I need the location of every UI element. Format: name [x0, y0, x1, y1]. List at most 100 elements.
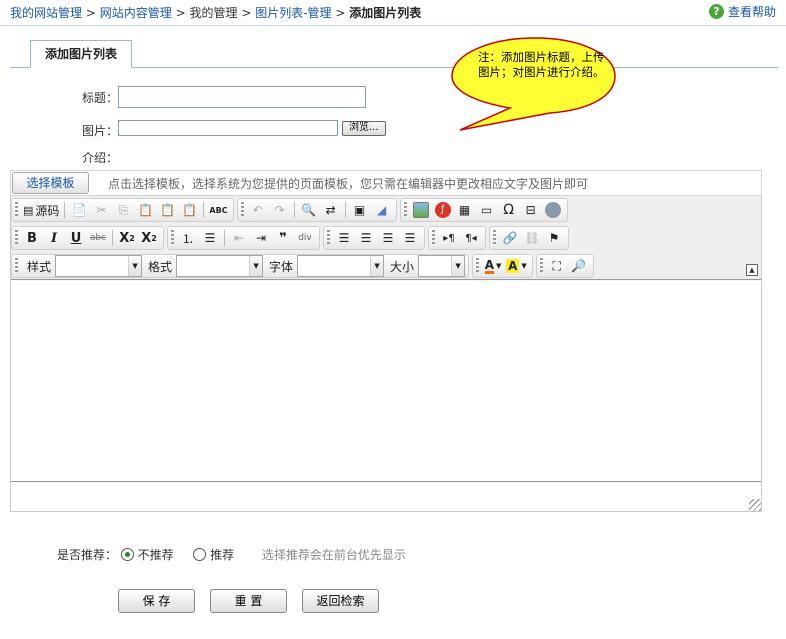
toolbar-grip[interactable]: [15, 258, 18, 274]
select-template-button[interactable]: 选择模板: [12, 172, 89, 194]
strikethrough-icon[interactable]: abc: [87, 228, 109, 248]
chevron-down-icon: ▼: [249, 256, 263, 276]
toolbar-grip[interactable]: [493, 230, 496, 246]
image-label: 图片：: [82, 124, 119, 138]
anchor-icon[interactable]: ⚑: [543, 228, 565, 248]
page-break-icon[interactable]: ⊟: [520, 200, 542, 220]
save-button[interactable]: 保 存: [118, 589, 195, 613]
toolbar-group-paragraph: ⒈ ☰ ⇤ ⇥ ❞ div: [167, 226, 320, 250]
source-button[interactable]: ▤ 源码: [21, 200, 61, 220]
show-blocks-icon[interactable]: 🔎: [568, 256, 590, 276]
style-select[interactable]: ▼: [55, 255, 143, 277]
paste-text-icon[interactable]: 📋: [156, 200, 178, 220]
flash-icon[interactable]: ƒ: [432, 200, 454, 220]
align-justify-icon[interactable]: ☰: [399, 228, 421, 248]
special-char-icon[interactable]: Ω: [498, 200, 520, 220]
smiley-icon[interactable]: [542, 200, 564, 220]
font-select[interactable]: ▼: [297, 255, 385, 277]
horizontal-rule-icon[interactable]: ▭: [476, 200, 498, 220]
editor-toolbar: ▤ 源码 📄 ✂ ⎘ 📋 📋 📋 ABC ↶ ↷ 🔍 ⇄ ▣ ◢ ƒ ▦ ▭ Ω…: [11, 196, 761, 280]
maximize-icon[interactable]: ⛶: [546, 256, 568, 276]
remove-format-icon[interactable]: ◢: [371, 200, 393, 220]
tab-add-image-list[interactable]: 添加图片列表: [30, 40, 132, 68]
italic-icon[interactable]: I: [43, 228, 65, 248]
browse-button[interactable]: 浏览...: [342, 121, 386, 136]
create-div-icon[interactable]: div: [294, 228, 316, 248]
table-icon[interactable]: ▦: [454, 200, 476, 220]
breadcrumb-item-my-admin: 我的管理: [189, 6, 238, 20]
toolbar-group-colors: A ▼ A ▼: [472, 254, 533, 278]
help-icon: ?: [708, 4, 724, 19]
underline-icon[interactable]: U: [65, 228, 87, 248]
align-center-icon[interactable]: ☰: [355, 228, 377, 248]
bold-icon[interactable]: B: [21, 228, 43, 248]
breadcrumb-separator: >: [175, 6, 186, 20]
format-select[interactable]: ▼: [176, 255, 264, 277]
toolbar-grip[interactable]: [432, 230, 435, 246]
toolbar-row-3: 样式 ▼ 格式 ▼ 字体 ▼ 大小 ▼ A ▼ A ▼ ⛶ 🔎: [11, 253, 597, 279]
toolbar-grip[interactable]: [171, 230, 174, 246]
toolbar-grip[interactable]: [327, 230, 330, 246]
editor-content-area[interactable]: [11, 281, 761, 482]
toolbar-group-direction: ▸¶ ¶◂: [428, 226, 486, 250]
title-input[interactable]: [118, 86, 366, 108]
toolbar-grip[interactable]: [476, 258, 480, 274]
breadcrumb-link-site-admin[interactable]: 我的网站管理: [10, 6, 82, 20]
text-color-icon[interactable]: A ▼: [482, 256, 504, 276]
style-label: 样式: [27, 259, 52, 274]
header-divider: [0, 25, 786, 26]
redo-icon[interactable]: ↷: [269, 200, 291, 220]
resize-handle-icon[interactable]: [749, 499, 761, 511]
reset-button[interactable]: 重 置: [210, 589, 287, 613]
callout-text: 注：添加图片标题，上传图片；对图片进行介绍。: [478, 50, 605, 79]
numbered-list-icon[interactable]: ⒈: [177, 228, 199, 248]
collapse-toolbar-icon[interactable]: ▲: [746, 264, 758, 276]
toolbar-separator: [293, 202, 295, 218]
ltr-icon[interactable]: ▸¶: [438, 228, 460, 248]
radio-not-recommend-label[interactable]: 不推荐: [138, 548, 174, 562]
radio-recommend-label[interactable]: 推荐: [210, 548, 234, 562]
toolbar-grip[interactable]: [240, 202, 244, 218]
find-icon[interactable]: 🔍: [298, 200, 320, 220]
toolbar-grip[interactable]: [15, 202, 18, 218]
rtl-icon[interactable]: ¶◂: [460, 228, 482, 248]
replace-icon[interactable]: ⇄: [320, 200, 342, 220]
back-to-search-button[interactable]: 返回检索: [302, 589, 379, 613]
outdent-icon[interactable]: ⇤: [228, 228, 250, 248]
cut-icon[interactable]: ✂: [90, 200, 112, 220]
link-icon[interactable]: 🔗: [499, 228, 521, 248]
paste-word-icon[interactable]: 📋: [178, 200, 200, 220]
help-link[interactable]: ? 查看帮助: [708, 3, 776, 20]
radio-recommend[interactable]: [193, 548, 207, 561]
templates-icon[interactable]: 📄: [68, 200, 90, 220]
bulleted-list-icon[interactable]: ☰: [199, 228, 221, 248]
superscript-icon[interactable]: X2: [138, 228, 160, 248]
blockquote-icon[interactable]: ❞: [272, 228, 294, 248]
toolbar-grip[interactable]: [15, 230, 18, 246]
select-all-icon[interactable]: ▣: [349, 200, 371, 220]
toolbar-grip[interactable]: [403, 202, 407, 218]
radio-not-recommend[interactable]: [120, 548, 134, 561]
breadcrumb-separator: >: [335, 6, 346, 20]
chevron-down-icon: ▼: [451, 256, 465, 276]
chevron-down-icon: ▼: [128, 256, 142, 276]
image-file-path[interactable]: [118, 120, 338, 136]
image-icon[interactable]: [410, 200, 432, 220]
copy-icon[interactable]: ⎘: [112, 200, 134, 220]
unlink-icon[interactable]: ⛓: [521, 228, 543, 248]
toolbar-grip[interactable]: [539, 258, 543, 274]
toolbar-separator: [112, 230, 113, 246]
recommend-hint: 选择推荐会在前台优先显示: [261, 548, 406, 562]
undo-icon[interactable]: ↶: [247, 200, 269, 220]
toolbar-row-2: B I U abc X2 X2 ⒈ ☰ ⇤ ⇥ ❞ div ☰ ☰ ☰ ☰ ▸¶…: [11, 225, 572, 251]
breadcrumb-link-image-list[interactable]: 图片列表-管理: [255, 6, 331, 20]
align-right-icon[interactable]: ☰: [377, 228, 399, 248]
spellcheck-icon[interactable]: ABC: [207, 200, 229, 220]
paste-icon[interactable]: 📋: [134, 200, 156, 220]
indent-icon[interactable]: ⇥: [250, 228, 272, 248]
bg-color-icon[interactable]: A ▼: [504, 256, 529, 276]
size-select[interactable]: ▼: [418, 255, 466, 277]
breadcrumb-link-content-admin[interactable]: 网站内容管理: [100, 6, 172, 20]
subscript-icon[interactable]: X2: [116, 228, 138, 248]
align-left-icon[interactable]: ☰: [333, 228, 355, 248]
